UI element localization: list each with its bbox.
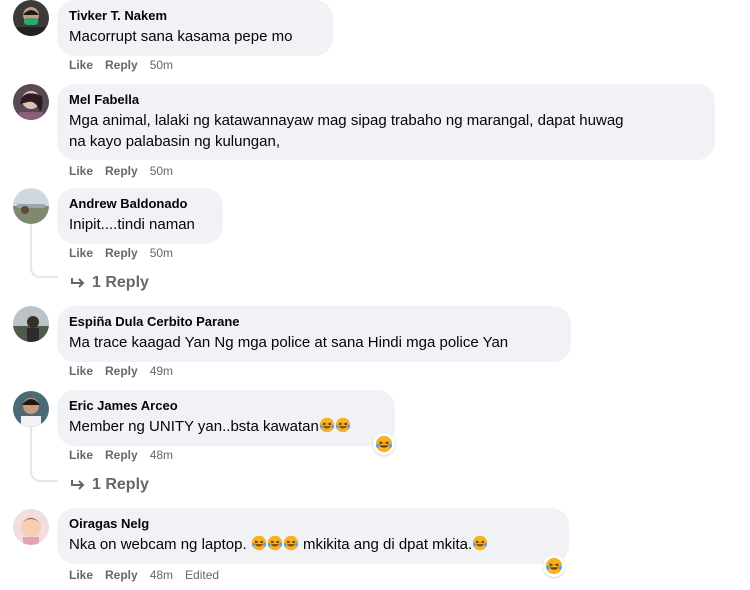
comment-text-span: Member ng UNITY yan..bsta kawatan [69,418,319,435]
comment-bubble: Eric James Arceo Member ng UNITY yan..bs… [57,390,395,446]
reply-button[interactable]: Reply [105,448,138,462]
commenter-name[interactable]: Eric James Arceo [69,398,383,414]
comment-text-line: na kayo palabasin ng kulungan, [69,133,280,150]
laughing-emoji-icon [267,535,283,551]
commenter-name[interactable]: Mel Fabella [69,92,703,108]
timestamp[interactable]: 48m [150,568,173,582]
view-replies-link[interactable]: 1 Reply [70,476,149,494]
reaction-badge[interactable] [543,555,565,577]
replies-count[interactable]: 1 Reply [92,476,149,494]
comment-bubble: Tivker T. Nakem Macorrupt sana kasama pe… [57,0,333,56]
avatar[interactable] [13,509,49,545]
comment-bubble: Oiragas Nelg Nka on webcam ng laptop. mk… [57,508,569,564]
timestamp[interactable]: 50m [150,246,173,260]
reply-arrow-icon [71,278,85,288]
edited-label[interactable]: Edited [185,568,219,582]
comment-actions: Like Reply 48m [69,448,173,462]
comment-text: Inipit....tindi naman [69,216,195,233]
comment-text-line: Mga animal, lalaki ng katawannayaw mag s… [69,112,624,129]
like-button[interactable]: Like [69,58,93,72]
avatar[interactable] [13,0,49,36]
like-button[interactable]: Like [69,364,93,378]
comment-text: Member ng UNITY yan..bsta kawatan [69,416,383,437]
reply-button[interactable]: Reply [105,568,138,582]
avatar[interactable] [13,391,49,427]
timestamp[interactable]: 49m [150,364,173,378]
comment-bubble: Andrew Baldonado Inipit....tindi naman [57,188,223,244]
replies-count[interactable]: 1 Reply [92,274,149,292]
timestamp[interactable]: 48m [150,448,173,462]
avatar[interactable] [13,306,49,342]
reply-button[interactable]: Reply [105,58,138,72]
timestamp[interactable]: 50m [150,164,173,178]
avatar[interactable] [13,188,49,224]
laughing-emoji-icon [472,535,488,551]
laughing-emoji-icon [375,435,393,453]
comment-text: Mga animal, lalaki ng katawannayaw mag s… [69,110,703,152]
like-button[interactable]: Like [69,568,93,582]
commenter-name[interactable]: Andrew Baldonado [69,196,211,212]
commenter-name[interactable]: Oiragas Nelg [69,516,557,532]
like-button[interactable]: Like [69,246,93,260]
reply-button[interactable]: Reply [105,364,138,378]
reply-button[interactable]: Reply [105,164,138,178]
comment-text-span: mkikita ang di dpat mkita. [298,536,473,553]
comment-actions: Like Reply 50m [69,58,173,72]
commenter-name[interactable]: Tivker T. Nakem [69,8,321,24]
reply-thread-curve [30,466,58,482]
comment-text: Nka on webcam ng laptop. mkikita ang di … [69,534,557,555]
like-button[interactable]: Like [69,164,93,178]
view-replies-link[interactable]: 1 Reply [70,274,149,292]
comment-text-span: Nka on webcam ng laptop. [69,536,251,553]
reply-arrow-icon [71,480,85,490]
comment-bubble: Mel Fabella Mga animal, lalaki ng katawa… [57,84,715,160]
commenter-name[interactable]: Espiña Dula Cerbito Parane [69,314,559,330]
laughing-emoji-icon [283,535,299,551]
comment-actions: Like Reply 49m [69,364,173,378]
laughing-emoji-icon [335,417,351,433]
comment-actions: Like Reply 50m [69,164,173,178]
timestamp[interactable]: 50m [150,58,173,72]
comment-actions: Like Reply 48m Edited [69,568,219,582]
laughing-emoji-icon [545,557,563,575]
comment-text: Ma trace kaagad Yan Ng mga police at san… [69,334,509,351]
reply-thread-curve [30,262,58,278]
reaction-badge[interactable] [373,433,395,455]
avatar[interactable] [13,84,49,120]
laughing-emoji-icon [251,535,267,551]
laughing-emoji-icon [319,417,335,433]
like-button[interactable]: Like [69,448,93,462]
comment-text: Macorrupt sana kasama pepe mo [69,28,293,45]
reply-button[interactable]: Reply [105,246,138,260]
comment-actions: Like Reply 50m [69,246,173,260]
comment-bubble: Espiña Dula Cerbito Parane Ma trace kaag… [57,306,571,362]
